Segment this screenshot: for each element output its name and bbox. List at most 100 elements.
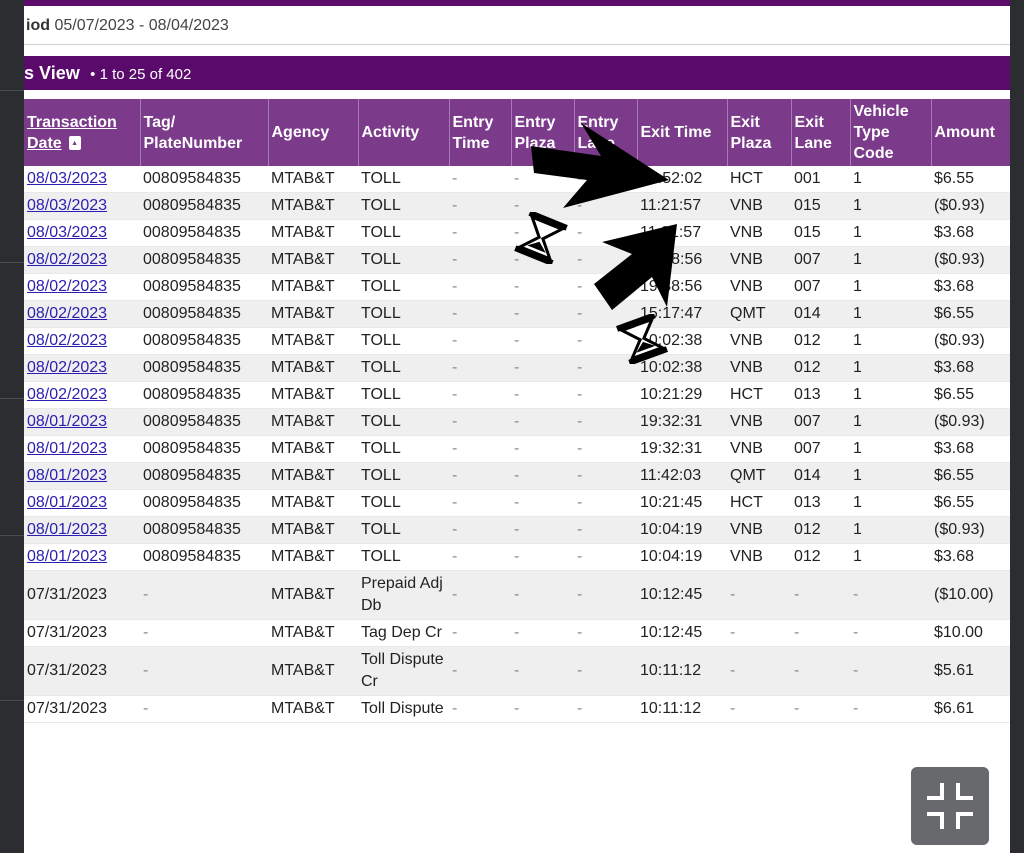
cell-date: 08/01/2023 xyxy=(24,435,140,463)
cell-amount: $6.55 xyxy=(931,381,1010,409)
transaction-date-link[interactable]: 08/02/2023 xyxy=(27,359,107,376)
transactions-page: iod 05/07/2023 - 08/04/2023 s View • 1 t… xyxy=(24,0,1010,853)
sort-icon[interactable] xyxy=(69,133,82,163)
cell-vehicle-type: 1 xyxy=(850,246,931,274)
transaction-date-link[interactable]: 08/01/2023 xyxy=(27,494,107,511)
cell-activity: TOLL xyxy=(358,246,449,274)
cell-amount: $5.61 xyxy=(931,646,1010,696)
cell-amount: $3.68 xyxy=(931,273,1010,301)
cell-amount: $3.68 xyxy=(931,435,1010,463)
cell-exit-time: 10:21:29 xyxy=(637,381,727,409)
transaction-date-link[interactable]: 08/01/2023 xyxy=(27,413,107,430)
cell-entry-time: - xyxy=(449,462,511,490)
column-header-exit-plaza: Exit Plaza xyxy=(727,99,792,166)
collapse-icon xyxy=(927,783,973,829)
cell-exit-time: 11:42:03 xyxy=(637,462,727,490)
right-frame xyxy=(1010,0,1024,853)
cell-tag: 00809584835 xyxy=(140,489,268,517)
cell-agency: MTAB&T xyxy=(268,273,358,301)
cell-date: 08/02/2023 xyxy=(24,273,140,301)
cell-date: 07/31/2023 xyxy=(24,570,140,620)
cell-agency: MTAB&T xyxy=(268,246,358,274)
column-header-vehicle-type-code: Vehicle Type Code xyxy=(850,99,932,166)
cell-amount: ($0.93) xyxy=(931,327,1010,355)
transaction-date-link[interactable]: 08/01/2023 xyxy=(27,440,107,457)
cell-vehicle-type: - xyxy=(850,646,931,696)
transaction-date-link[interactable]: 08/02/2023 xyxy=(27,386,107,403)
cell-date: 08/02/2023 xyxy=(24,354,140,382)
transaction-date-link[interactable]: 08/03/2023 xyxy=(27,170,107,187)
cell-agency: MTAB&T xyxy=(268,166,358,193)
transaction-date-link[interactable]: 08/03/2023 xyxy=(27,224,107,241)
cell-entry-time: - xyxy=(449,166,511,193)
cell-date: 08/01/2023 xyxy=(24,543,140,571)
cell-exit-lane: 007 xyxy=(791,435,850,463)
cell-tag: - xyxy=(140,646,268,696)
cell-exit-plaza: - xyxy=(727,570,791,620)
cell-date: 08/02/2023 xyxy=(24,300,140,328)
cell-amount: ($0.93) xyxy=(931,516,1010,544)
transaction-date-link[interactable]: 08/02/2023 xyxy=(27,305,107,322)
transaction-date-link[interactable]: 08/02/2023 xyxy=(27,278,107,295)
cell-entry-plaza: - xyxy=(511,695,574,723)
collapse-fullscreen-button[interactable] xyxy=(911,767,989,845)
cell-entry-lane: - xyxy=(574,462,637,490)
cell-amount: $3.68 xyxy=(931,543,1010,571)
cell-tag: 00809584835 xyxy=(140,543,268,571)
table-row: 08/01/2023 00809584835 MTAB&T TOLL - - -10:04:… xyxy=(24,516,1010,544)
transaction-date-link[interactable]: 08/03/2023 xyxy=(27,197,107,214)
cell-activity: TOLL xyxy=(358,327,449,355)
table-row: 08/02/2023 00809584835 MTAB&T TOLL - - -10:21:… xyxy=(24,381,1010,409)
cell-date: 08/01/2023 xyxy=(24,462,140,490)
cell-date: 08/03/2023 xyxy=(24,219,140,247)
cell-tag: 00809584835 xyxy=(140,219,268,247)
cell-entry-plaza: - xyxy=(511,570,574,620)
cell-entry-time: - xyxy=(449,516,511,544)
cell-agency: MTAB&T xyxy=(268,219,358,247)
table-row: 08/02/202300809584835MTAB&TTOLL---19:38:… xyxy=(24,273,1010,301)
table-row: 07/31/2023- MTAB&T Toll Dispute - - -10:11:12… xyxy=(24,695,1010,723)
cell-activity: Prepaid Adj Db xyxy=(358,570,449,620)
cell-vehicle-type: - xyxy=(850,695,931,723)
cell-date: 08/01/2023 xyxy=(24,516,140,544)
cell-exit-plaza: - xyxy=(727,619,791,647)
cell-exit-lane: 012 xyxy=(791,516,850,544)
column-header-tag: Tag/ PlateNumber xyxy=(140,99,269,166)
cell-exit-time: 10:21:45 xyxy=(637,489,727,517)
cell-vehicle-type: 1 xyxy=(850,327,931,355)
cell-amount: $6.55 xyxy=(931,489,1010,517)
cell-entry-plaza: - xyxy=(511,646,574,696)
cell-exit-lane: - xyxy=(791,570,850,620)
cell-agency: MTAB&T xyxy=(268,543,358,571)
cell-exit-lane: 012 xyxy=(791,327,850,355)
cell-tag: 00809584835 xyxy=(140,354,268,382)
cell-agency: MTAB&T xyxy=(268,300,358,328)
cell-activity: TOLL xyxy=(358,489,449,517)
period-row: iod 05/07/2023 - 08/04/2023 xyxy=(24,6,1010,45)
column-header-transaction-date[interactable]: Transaction Date xyxy=(24,99,141,166)
cell-entry-lane: - xyxy=(574,543,637,571)
cell-entry-plaza: - xyxy=(511,516,574,544)
transaction-date-link[interactable]: 08/01/2023 xyxy=(27,467,107,484)
cell-agency: MTAB&T xyxy=(268,435,358,463)
cell-tag: 00809584835 xyxy=(140,246,268,274)
cell-entry-plaza: - xyxy=(511,300,574,328)
cell-agency: MTAB&T xyxy=(268,516,358,544)
cell-activity: TOLL xyxy=(358,381,449,409)
cell-exit-plaza: - xyxy=(727,695,791,723)
cell-entry-lane: - xyxy=(574,695,637,723)
cell-entry-time: - xyxy=(449,646,511,696)
cell-date: 08/01/2023 xyxy=(24,408,140,436)
transaction-date-link[interactable]: 08/02/2023 xyxy=(27,251,107,268)
table-row: 08/03/202300809584835MTAB&TTOLL---18:52:… xyxy=(24,166,1010,193)
cell-exit-time: 10:11:12 xyxy=(637,646,727,696)
cell-date: 08/02/2023 xyxy=(24,327,140,355)
cell-vehicle-type: 1 xyxy=(850,381,931,409)
cell-exit-plaza: VNB xyxy=(727,516,791,544)
transaction-date-link[interactable]: 08/02/2023 xyxy=(27,332,107,349)
cell-vehicle-type: - xyxy=(850,570,931,620)
cell-amount: ($0.93) xyxy=(931,408,1010,436)
transaction-date-link[interactable]: 08/01/2023 xyxy=(27,521,107,538)
cell-exit-lane: 015 xyxy=(791,219,850,247)
transaction-date-link[interactable]: 08/01/2023 xyxy=(27,548,107,565)
